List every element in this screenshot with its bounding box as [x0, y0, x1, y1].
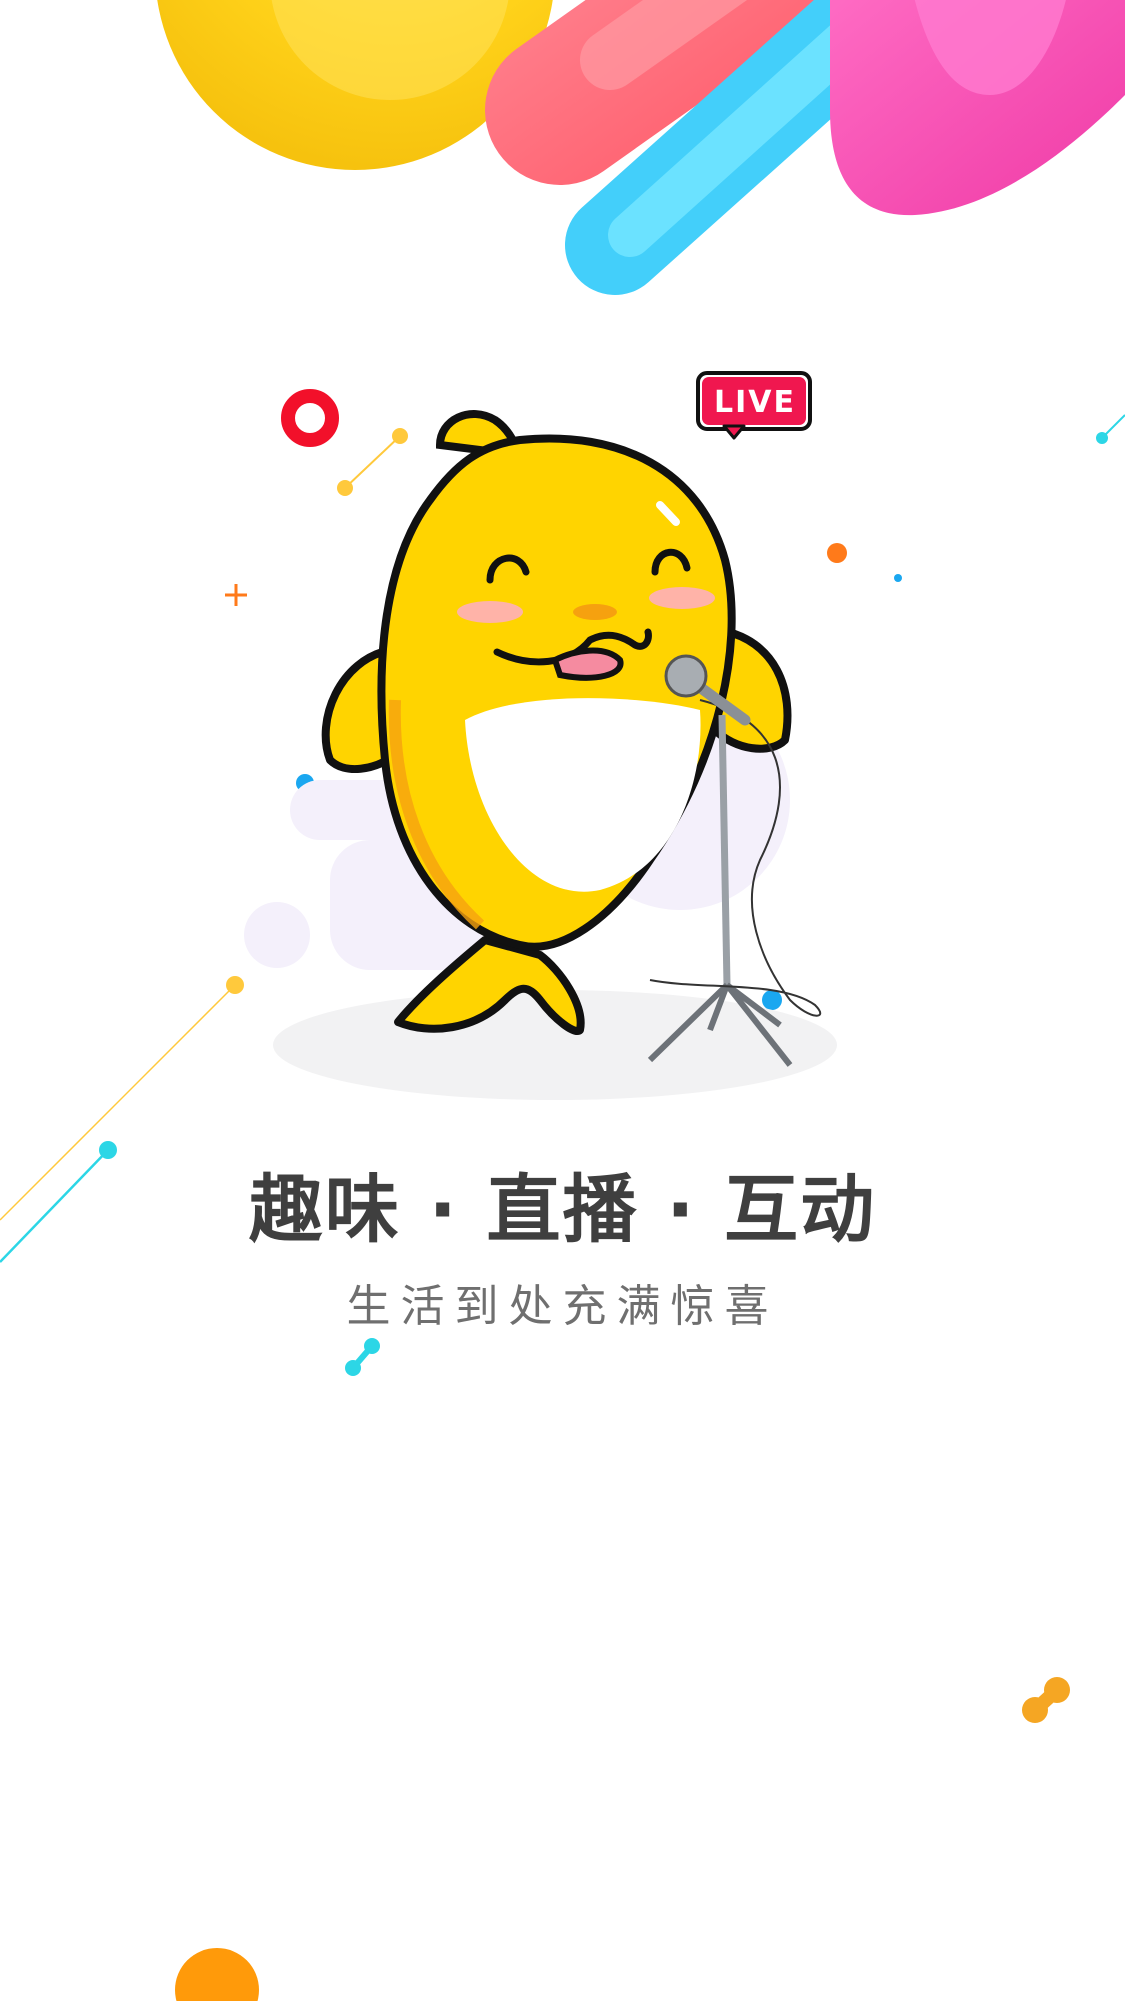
cyan-dumbbell	[345, 1338, 380, 1376]
blue-small-dot	[894, 574, 902, 582]
headline: 趣味 · 直播 · 互动	[248, 1167, 877, 1253]
small-yellow-line	[344, 435, 401, 489]
live-badge-icon: LIVE	[696, 371, 812, 440]
orange-bottom-circle	[175, 1948, 259, 2001]
tagline: 生活到处充满惊喜	[346, 1281, 779, 1332]
orange-dot	[827, 543, 847, 563]
small-yellow-dot-b	[392, 428, 408, 444]
mascot-scene: LIVE	[244, 371, 837, 1100]
red-ring	[281, 389, 339, 447]
plus-icon	[225, 584, 247, 606]
splash-artwork: LIVE	[0, 0, 1125, 2001]
yellow-dot	[226, 976, 244, 994]
cyan-corner-dot	[1096, 432, 1108, 444]
live-badge-text: LIVE	[714, 385, 796, 420]
orange-dumbbell	[1022, 1677, 1070, 1723]
blue-dot	[762, 990, 782, 1010]
small-yellow-dot-a	[337, 480, 353, 496]
microphone-head	[664, 654, 708, 698]
top-decoration	[157, 0, 1125, 295]
